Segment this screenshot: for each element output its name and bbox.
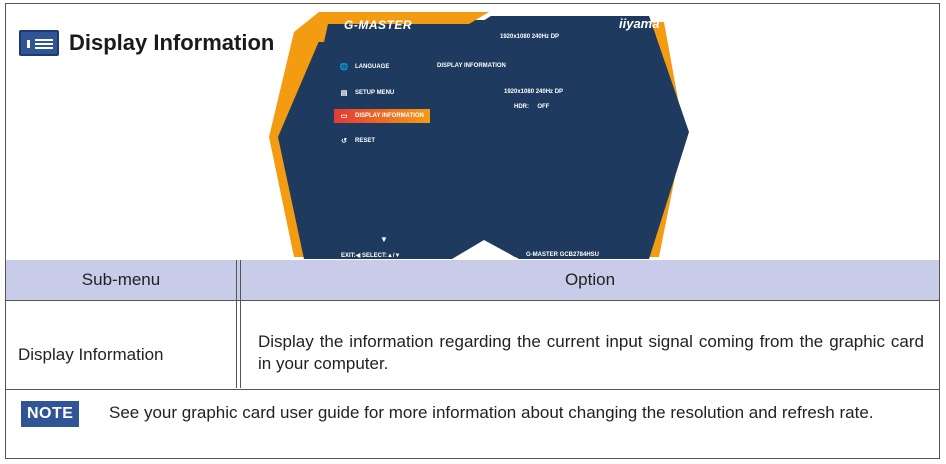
table-cell-option: Display the information regarding the cu… — [258, 332, 924, 373]
reset-icon: ↺ — [341, 138, 347, 145]
table-cell-submenu: Display Information — [18, 345, 164, 364]
osd-content-title: DISPLAY INFORMATION — [437, 63, 506, 69]
osd-menu-screenshot: G-MASTER iiyama 1920x1080 240Hz DP 🌐 LAN… — [264, 12, 691, 263]
note-text: See your graphic card user guide for mor… — [109, 403, 874, 422]
iiyama-logo: iiyama — [619, 16, 660, 31]
osd-model-name: G-MASTER GCB2784HSU — [526, 252, 600, 258]
osd-menu-setup[interactable]: ▤ SETUP MENU — [339, 89, 395, 97]
setup-menu-icon: ▤ — [340, 90, 348, 97]
note-badge: NOTE — [21, 401, 80, 427]
osd-menu-label: RESET — [355, 138, 376, 144]
scroll-down-icon: ▼ — [380, 235, 388, 244]
display-info-icon: ▭ — [340, 113, 348, 120]
osd-menu-label: SETUP MENU — [355, 90, 395, 96]
gmaster-logo: G-MASTER — [344, 18, 412, 32]
osd-menu-label: DISPLAY INFORMATION — [355, 113, 424, 119]
note-section: NOTE See your graphic card user guide fo… — [6, 389, 939, 460]
osd-exit-select-hint: EXIT:◀ SELECT:▲/▼ — [341, 253, 401, 259]
table-header: Sub-menu Option — [6, 260, 939, 301]
globe-icon: 🌐 — [339, 64, 349, 71]
osd-menu-reset[interactable]: ↺ RESET — [339, 137, 375, 145]
table-header-submenu: Sub-menu — [81, 270, 161, 289]
osd-menu-language[interactable]: 🌐 LANGUAGE — [339, 63, 390, 71]
top-section: Display Information G-MASTER iiyama 1920… — [6, 4, 939, 261]
osd-menu-label: LANGUAGE — [355, 64, 390, 70]
section-heading: Display Information — [19, 30, 274, 56]
osd-menu-display-information[interactable]: ▭ DISPLAY INFORMATION — [334, 109, 430, 123]
osd-content-hdr: HDR: OFF — [514, 104, 550, 110]
osd-frame-graphic — [269, 12, 689, 259]
table-row: Display Information Display the informat… — [6, 301, 939, 388]
osd-content-resolution: 1920x1080 240Hz DP — [504, 89, 564, 95]
table-header-option: Option — [564, 270, 616, 289]
osd-top-resolution: 1920x1080 240Hz DP — [500, 34, 560, 40]
page-title: Display Information — [69, 30, 275, 55]
display-info-icon — [19, 30, 59, 56]
manual-page-frame: Display Information G-MASTER iiyama 1920… — [5, 3, 940, 459]
